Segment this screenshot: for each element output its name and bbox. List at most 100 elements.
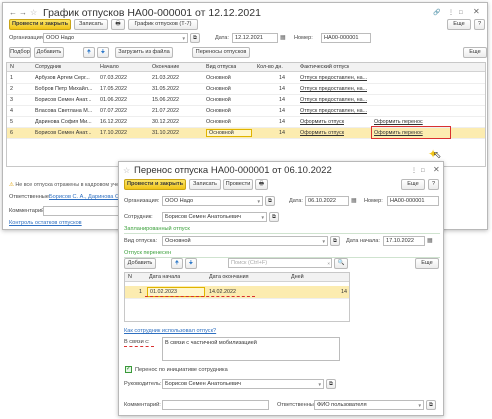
org-field[interactable]: ООО Надо ▼ xyxy=(43,33,188,43)
dialog-table-more-button[interactable]: Еще xyxy=(415,258,439,269)
planned-start-field[interactable]: 17.10.2022 xyxy=(383,236,425,246)
dialog-help-button[interactable]: ? xyxy=(428,179,439,190)
dialog-move-up-button[interactable]: 🠉 xyxy=(171,258,183,269)
move-up-button[interactable]: 🠉 xyxy=(83,47,95,58)
link-icon[interactable]: 🔗 xyxy=(433,9,440,17)
cell-fact[interactable]: Оформить отпуск xyxy=(300,130,344,136)
employee-field[interactable]: Борисов Семен Анатольевич ▼ xyxy=(162,212,267,222)
table-row[interactable]: 4 Власова Светлана М... 07.07.2022 21.07.20… xyxy=(7,106,485,117)
print-button[interactable]: 🖶 xyxy=(111,19,125,30)
number-label: Номер: xyxy=(294,35,313,41)
more-button[interactable]: Еще xyxy=(447,19,471,30)
cell-start: 17.10.2022 xyxy=(100,130,127,136)
close-icon[interactable]: ✕ xyxy=(473,8,480,16)
vacation-kind-label: Вид отпуска: xyxy=(124,238,158,244)
table-row[interactable]: 2 Бобров Петр Михайл... 17.05.2022 31.05.20… xyxy=(7,84,485,95)
back-arrow-icon[interactable]: ← xyxy=(9,9,17,17)
cell-kind: Основной xyxy=(206,119,231,125)
maximize-icon[interactable]: □ xyxy=(459,9,463,17)
cell-fact[interactable]: Отпуск предоставлен, на... xyxy=(300,75,367,81)
post-and-close-button[interactable]: Провести и закрыть xyxy=(9,19,71,30)
table-header: N Сотрудник Начало Окончание Вид отпуска… xyxy=(7,63,485,72)
transferred-row[interactable]: 1 01.02.2023 14.02.2022 14 xyxy=(125,286,349,299)
dialog-calendar-icon[interactable]: ▦ xyxy=(351,197,357,205)
schedule-t7-button[interactable]: График отпусков (Т-7) xyxy=(128,19,198,30)
transferred-row-n: 1 xyxy=(139,289,142,295)
number-field[interactable]: НА00-000001 xyxy=(321,33,371,43)
table-row[interactable]: 6 Борисов Семен Анат... 17.10.2022 31.10.20… xyxy=(7,126,485,139)
cell-fact[interactable]: Оформить отпуск xyxy=(300,119,344,125)
planned-divider xyxy=(124,233,440,234)
cell-fact[interactable]: Отпуск предоставлен, на... xyxy=(300,86,367,92)
calendar-icon[interactable]: ▦ xyxy=(280,34,286,42)
dialog-more-button[interactable]: Еще xyxy=(401,179,425,190)
transferred-table: N Дата начала Дата окончания Дней 1 01.0… xyxy=(124,272,350,322)
menu-dots-icon[interactable]: ⋮ xyxy=(448,9,454,17)
table-row[interactable]: 3 Борисов Семен Анат... 01.06.2022 15.06.20… xyxy=(7,95,485,106)
dialog-post-and-close-button[interactable]: Провести и закрыть xyxy=(124,179,186,190)
initiative-checkbox[interactable]: ✓ xyxy=(125,366,132,373)
cell-days: 14 xyxy=(279,86,285,92)
vacation-transfers-button[interactable]: Переносы отпусков xyxy=(192,47,250,58)
reason-textarea[interactable]: В связи с частичной мобилизацией xyxy=(162,337,340,361)
dialog-responsible-field[interactable]: ФИО пользователя ▼ xyxy=(314,400,424,410)
vacation-balance-link[interactable]: Контроль остатков отпусков xyxy=(9,220,82,226)
cell-fact[interactable]: Отпуск предоставлен, на... xyxy=(300,108,367,114)
org-open-button[interactable]: ⧉ xyxy=(190,33,200,43)
dialog-comment-field[interactable] xyxy=(162,400,269,410)
search-button[interactable]: 🔍 xyxy=(334,258,348,269)
dialog-date-field[interactable]: 06.10.2022 xyxy=(305,196,349,206)
help-button[interactable]: ? xyxy=(474,19,485,30)
manager-open-button[interactable]: ⧉ xyxy=(326,379,336,389)
cell-n: 4 xyxy=(10,108,13,114)
pick-button[interactable]: Подбор xyxy=(9,47,31,58)
dialog-number-label: Номер: xyxy=(364,198,383,204)
cell-days: 14 xyxy=(279,97,285,103)
main-comment-field[interactable] xyxy=(43,206,123,216)
dialog-add-button[interactable]: Добавить xyxy=(124,258,156,269)
dialog-org-field[interactable]: ООО Надо ▼ xyxy=(162,196,263,206)
dialog-post-button[interactable]: Провести xyxy=(223,179,253,190)
dialog-number-field[interactable]: НА00-000001 xyxy=(387,196,439,206)
cell-tr[interactable]: Оформить перенос xyxy=(374,119,423,125)
forward-arrow-icon[interactable]: → xyxy=(19,9,27,17)
cell-start: 07.07.2022 xyxy=(100,108,127,114)
main-responsible-link[interactable]: Борисов С. А., Даринова С. М. xyxy=(49,194,128,200)
add-row-button[interactable]: Добавить xyxy=(34,47,64,58)
dialog-maximize-icon[interactable]: □ xyxy=(421,167,425,175)
dialog-print-button[interactable]: 🖶 xyxy=(255,179,268,190)
dialog-favorite-icon[interactable]: ☆ xyxy=(123,167,130,175)
cell-fact[interactable]: Отпуск предоставлен, на... xyxy=(300,97,367,103)
transferred-table-header: N Дата начала Дата окончания Дней xyxy=(125,273,349,282)
dialog-save-button[interactable]: Записать xyxy=(189,179,221,190)
employee-open-button[interactable]: ⧉ xyxy=(269,212,279,222)
vacation-kind-field[interactable]: Основной ▼ xyxy=(162,236,328,246)
table-more-button[interactable]: Еще xyxy=(463,47,487,58)
vacation-table: N Сотрудник Начало Окончание Вид отпуска… xyxy=(6,62,486,167)
cell-n: 5 xyxy=(10,119,13,125)
main-comment-label: Комментарий: xyxy=(9,208,46,214)
dialog-responsible-label: Ответственный: xyxy=(277,402,319,408)
planned-header: Запланированный отпуск xyxy=(124,226,190,232)
vacation-kind-open-button[interactable]: ⧉ xyxy=(330,236,340,246)
table-row[interactable]: 1 Арбузов Артем Серг... 07.03.2022 21.03.20… xyxy=(7,73,485,84)
cell-end: 31.10.2022 xyxy=(152,130,179,136)
how-used-link[interactable]: Как сотрудник использовал отпуск? xyxy=(124,328,216,334)
dialog-responsible-open-button[interactable]: ⧉ xyxy=(426,400,436,410)
dialog-move-down-button[interactable]: 🠋 xyxy=(185,258,197,269)
save-button[interactable]: Записать xyxy=(74,19,108,30)
move-down-button[interactable]: 🠋 xyxy=(97,47,109,58)
dialog-close-icon[interactable]: ✕ xyxy=(433,166,440,174)
dialog-title: Перенос отпуска НА00-000001 от 06.10.202… xyxy=(134,165,332,176)
tcol-days: Дней xyxy=(291,274,304,280)
favorite-star-icon[interactable]: ☆ xyxy=(30,9,37,17)
planned-start-calendar-icon[interactable]: ▦ xyxy=(427,237,433,245)
warning-row: ⚠ Не все отпуска отражены в кадровом уче xyxy=(9,182,119,188)
date-field[interactable]: 12.12.2021 xyxy=(232,33,278,43)
dialog-org-open-button[interactable]: ⧉ xyxy=(265,196,275,206)
search-input[interactable]: Поиск (Ctrl+F) × xyxy=(228,258,332,268)
manager-field[interactable]: Борисов Семен Анатольевич ▼ xyxy=(162,379,324,389)
dialog-menu-icon[interactable]: ⋮ xyxy=(411,167,417,175)
load-from-file-button[interactable]: Загрузить из файла xyxy=(115,47,173,58)
cell-n: 3 xyxy=(10,97,13,103)
